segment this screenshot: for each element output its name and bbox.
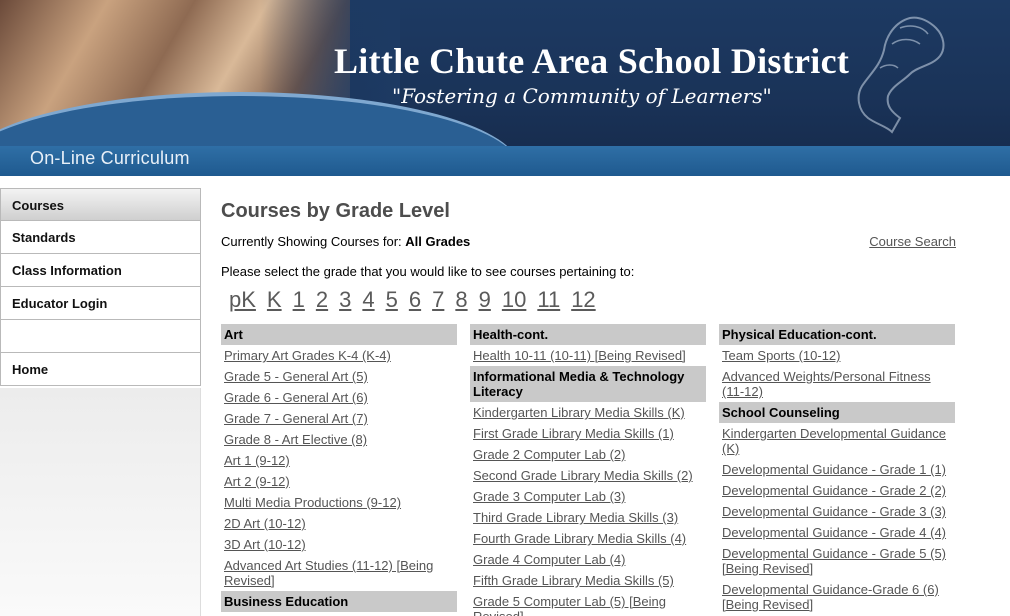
grade-link-pk[interactable]: pK — [229, 287, 256, 312]
category-header: Physical Education-cont. — [719, 324, 955, 345]
showing-label: Currently Showing Courses for: — [221, 234, 402, 249]
showing-courses-text: Currently Showing Courses for: All Grade… — [221, 234, 470, 249]
course-link[interactable]: Developmental Guidance - Grade 1 (1) — [719, 459, 955, 480]
course-link[interactable]: Grade 7 - General Art (7) — [221, 408, 457, 429]
course-link[interactable]: Grade 4 Computer Lab (4) — [470, 549, 706, 570]
course-link[interactable]: Developmental Guidance - Grade 4 (4) — [719, 522, 955, 543]
sidebar-item-educator-login[interactable]: Educator Login — [0, 287, 201, 320]
course-link[interactable]: Developmental Guidance - Grade 3 (3) — [719, 501, 955, 522]
district-title[interactable]: Little Chute Area School District — [334, 40, 849, 82]
grade-link-2[interactable]: 2 — [316, 287, 328, 312]
sidebar-item-home[interactable]: Home — [0, 353, 201, 386]
category-header: Business Education — [221, 591, 457, 612]
grade-link-10[interactable]: 10 — [502, 287, 526, 312]
course-link[interactable]: Developmental Guidance - Grade 5 (5) [Be… — [719, 543, 955, 579]
grade-link-8[interactable]: 8 — [455, 287, 467, 312]
grade-link-9[interactable]: 9 — [479, 287, 491, 312]
grade-link-4[interactable]: 4 — [362, 287, 374, 312]
sidebar-background — [0, 388, 201, 616]
course-link[interactable]: Art 1 (9-12) — [221, 450, 457, 471]
course-link[interactable]: Primary Art Grades K-4 (K-4) — [221, 345, 457, 366]
grade-selector: pK K 1 2 3 4 5 6 7 8 9 10 11 12 — [229, 287, 607, 313]
course-link[interactable]: First Grade Library Media Skills (1) — [470, 423, 706, 444]
course-link[interactable]: Fourth Grade Library Media Skills (4) — [470, 528, 706, 549]
course-link[interactable]: Grade 5 - General Art (5) — [221, 366, 457, 387]
course-link[interactable]: Multi Media Productions (9-12) — [221, 492, 457, 513]
district-tagline: "Fostering a Community of Learners" — [392, 84, 772, 108]
grade-link-k[interactable]: K — [267, 287, 282, 312]
course-search-link[interactable]: Course Search — [869, 234, 956, 249]
course-link[interactable]: Grade 6 - General Art (6) — [221, 387, 457, 408]
course-link[interactable]: Fifth Grade Library Media Skills (5) — [470, 570, 706, 591]
course-column-1: Art Primary Art Grades K-4 (K-4) Grade 5 -… — [221, 324, 457, 612]
grade-link-1[interactable]: 1 — [293, 287, 305, 312]
site-banner: On-Line Curriculum Little Chute Area Sch… — [0, 0, 1010, 176]
course-column-2: Health-cont. Health 10-11 (10-11) [Being … — [470, 324, 706, 616]
course-link[interactable]: Kindergarten Library Media Skills (K) — [470, 402, 706, 423]
course-link[interactable]: 3D Art (10-12) — [221, 534, 457, 555]
course-link[interactable]: Kindergarten Developmental Guidance (K) — [719, 423, 955, 459]
category-header: School Counseling — [719, 402, 955, 423]
course-link[interactable]: Art 2 (9-12) — [221, 471, 457, 492]
sidebar-nav: Courses Standards Class Information Educ… — [0, 188, 201, 386]
grade-link-5[interactable]: 5 — [386, 287, 398, 312]
grade-link-3[interactable]: 3 — [339, 287, 351, 312]
course-link[interactable]: Grade 8 - Art Elective (8) — [221, 429, 457, 450]
course-link[interactable]: Team Sports (10-12) — [719, 345, 955, 366]
main-content: Courses by Grade Level Currently Showing… — [221, 196, 961, 616]
course-link[interactable]: Health 10-11 (10-11) [Being Revised] — [470, 345, 706, 366]
course-link[interactable]: Second Grade Library Media Skills (2) — [470, 465, 706, 486]
grade-link-6[interactable]: 6 — [409, 287, 421, 312]
course-link[interactable]: Developmental Guidance - Grade 2 (2) — [719, 480, 955, 501]
sidebar-item-courses[interactable]: Courses — [0, 188, 201, 221]
grade-select-prompt: Please select the grade that you would l… — [221, 264, 635, 279]
course-link[interactable]: Advanced Weights/Personal Fitness (11-12… — [719, 366, 955, 402]
grade-link-12[interactable]: 12 — [571, 287, 595, 312]
sidebar-item-standards[interactable]: Standards — [0, 221, 201, 254]
page-title: Courses by Grade Level — [221, 200, 450, 222]
showing-value: All Grades — [405, 234, 471, 249]
course-column-3: Physical Education-cont. Team Sports (10-… — [719, 324, 955, 615]
grade-link-7[interactable]: 7 — [432, 287, 444, 312]
course-link[interactable]: Third Grade Library Media Skills (3) — [470, 507, 706, 528]
course-link[interactable]: 2D Art (10-12) — [221, 513, 457, 534]
category-header: Health-cont. — [470, 324, 706, 345]
category-header: Art — [221, 324, 457, 345]
grade-link-11[interactable]: 11 — [537, 287, 560, 312]
course-link[interactable]: Developmental Guidance-Grade 6 (6) [Bein… — [719, 579, 955, 615]
course-link[interactable]: Grade 2 Computer Lab (2) — [470, 444, 706, 465]
sidebar-spacer — [0, 320, 201, 353]
course-link[interactable]: Grade 3 Computer Lab (3) — [470, 486, 706, 507]
course-link[interactable]: Grade 5 Computer Lab (5) [Being Revised] — [470, 591, 706, 616]
mustang-mascot-icon — [857, 16, 945, 134]
category-header: Informational Media & Technology Literac… — [470, 366, 706, 402]
sidebar-item-class-information[interactable]: Class Information — [0, 254, 201, 287]
course-link[interactable]: Advanced Art Studies (11-12) [Being Revi… — [221, 555, 457, 591]
site-subtitle: On-Line Curriculum — [30, 148, 190, 168]
